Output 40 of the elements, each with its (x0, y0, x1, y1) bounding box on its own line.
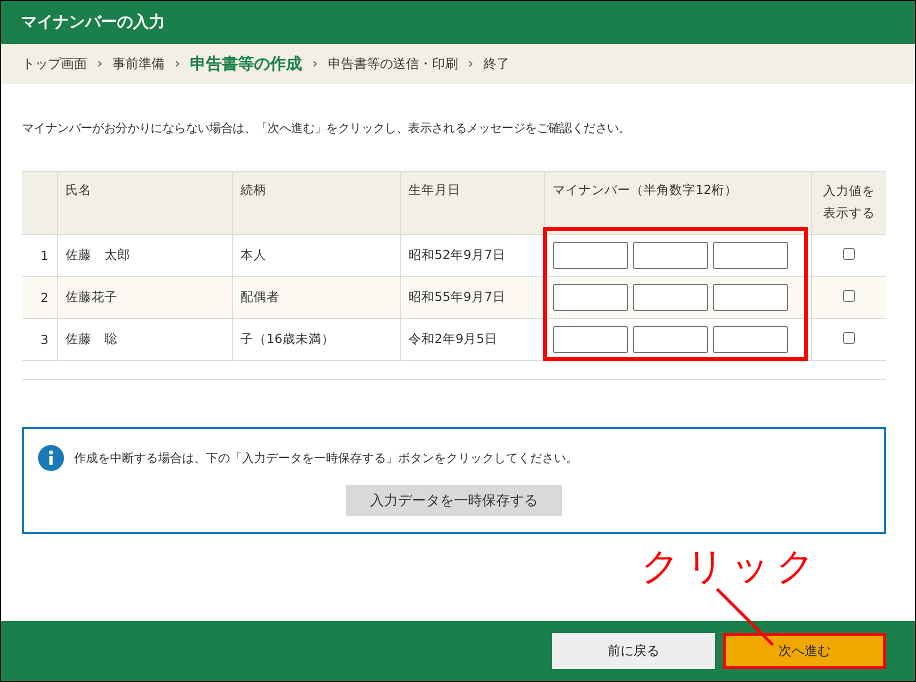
next-button[interactable]: 次へ進む (723, 633, 886, 669)
info-text: 作成を中断する場合は、下の「入力データを一時保存する」ボタンをクリックしてください。 (74, 450, 578, 466)
input-field[interactable] (712, 326, 788, 353)
input-field[interactable] (632, 326, 708, 353)
table-cell: 佐藤 聡 (57, 318, 232, 360)
column-header: 生年月日 (400, 172, 544, 234)
column-header: 入力値を表示する (811, 172, 886, 234)
input-field[interactable] (632, 284, 708, 311)
breadcrumb-step: 申告書等の作成 (190, 54, 302, 74)
page-title: マイナンバーの入力 (21, 12, 165, 33)
breadcrumb-step: 申告書等の送信・印刷 (328, 55, 458, 73)
input-field[interactable] (552, 242, 628, 269)
save-button[interactable]: 入力データを一時保存する (346, 485, 562, 516)
back-button[interactable]: 前に戻る (552, 633, 715, 669)
checkbox[interactable] (842, 290, 855, 302)
row-number: 3 (22, 318, 57, 360)
breadcrumb-step: 事前準備 (112, 55, 165, 73)
chevron-icon: › (174, 56, 180, 72)
breadcrumb-step: 終了 (483, 55, 510, 73)
input-field[interactable] (712, 284, 788, 311)
input-field[interactable] (552, 284, 628, 311)
input-field[interactable] (712, 242, 788, 269)
chevron-icon: › (468, 56, 474, 72)
column-header: 続柄 (232, 172, 400, 234)
input-field[interactable] (552, 326, 628, 353)
column-header (22, 172, 57, 234)
chevron-icon: › (312, 56, 318, 72)
checkbox[interactable] (842, 332, 855, 344)
chevron-icon: › (97, 56, 103, 72)
table-cell: 令和2年9月5日 (400, 318, 544, 360)
breadcrumb-step: トップ画面 (22, 55, 87, 73)
leader-line (716, 588, 774, 646)
column-header: マイナンバー（半角数字12桁） (544, 172, 811, 234)
info-icon (38, 445, 64, 471)
checkbox[interactable] (842, 248, 855, 260)
table-cell: 子（16歳未満） (232, 318, 400, 360)
instruction-text: マイナンバーがお分かりにならない場合は、「次へ進む」をクリックし、表示されるメッセージをご確認ください。 (22, 120, 632, 137)
column-header: 氏名 (57, 172, 232, 234)
input-field[interactable] (632, 242, 708, 269)
annotation-text: クリック (641, 545, 821, 590)
